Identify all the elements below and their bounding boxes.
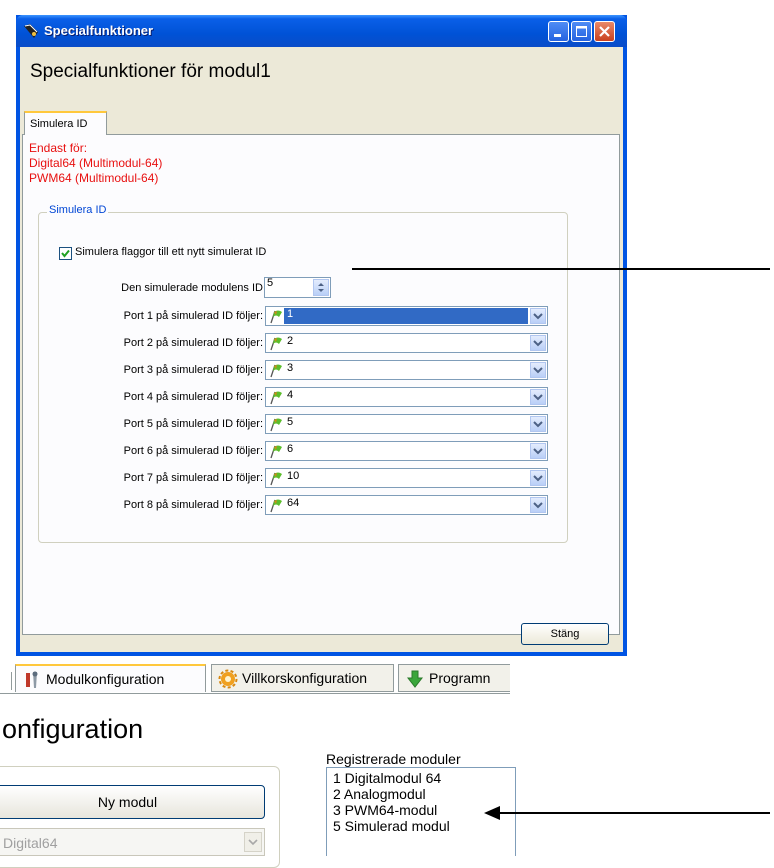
port-label: Port 6 på simulerad ID följer: (123, 445, 263, 457)
tab-edge (8, 672, 12, 690)
registered-modules-list[interactable]: 1 Digitalmodul 64 2 Analogmodul 3 PWM64-… (326, 767, 516, 856)
flag-icon (270, 310, 282, 324)
minimize-icon (554, 34, 561, 37)
port-label: Port 7 på simulerad ID följer: (123, 472, 263, 484)
port-value: 64 (287, 497, 300, 509)
list-item[interactable]: 5 Simulerad modul (333, 818, 450, 834)
port-label: Port 8 på simulerad ID följer: (123, 499, 263, 511)
spinner-buttons[interactable] (313, 279, 329, 296)
module-type-value: Digital64 (3, 835, 58, 851)
port-5-combo[interactable]: 5 (265, 414, 548, 434)
port-label: Port 3 på simulerad ID följer: (123, 364, 263, 376)
port-6-combo[interactable]: 6 (265, 441, 548, 461)
chevron-down-icon (533, 448, 543, 455)
tab-programmering[interactable]: Programn (398, 664, 510, 692)
chevron-down-icon (533, 313, 543, 320)
notice-line: Digital64 (Multimodul-64) (29, 156, 163, 170)
chevron-down-icon (248, 839, 258, 846)
port-label: Port 2 på simulerad ID följer: (123, 337, 263, 349)
port-value: 3 (287, 362, 294, 374)
tab-label: Programn (429, 670, 491, 686)
minimize-button[interactable] (548, 21, 569, 42)
chevron-down-icon (533, 340, 543, 347)
module-type-select[interactable]: Digital64 (0, 828, 265, 856)
dialog-window: Specialfunktioner Specialfunktioner för … (16, 15, 627, 656)
dropdown-button[interactable] (530, 335, 546, 351)
simulate-flags-checkbox[interactable] (59, 247, 72, 260)
dropdown-button[interactable] (530, 362, 546, 378)
gear-icon (218, 669, 238, 689)
dropdown-button[interactable] (530, 416, 546, 432)
download-arrow-icon (406, 670, 424, 688)
list-item[interactable]: 2 Analogmodul (333, 786, 426, 802)
registered-modules-label: Registrerade moduler (326, 751, 461, 767)
maximize-icon (576, 26, 587, 37)
notice-line: PWM64 (Multimodul-64) (29, 171, 159, 185)
flag-icon (270, 337, 282, 351)
dialog-heading: Specialfunktioner för modul1 (30, 61, 271, 82)
port-8-combo[interactable]: 64 (265, 495, 548, 515)
port-value: 2 (287, 335, 294, 347)
tab-label: Villkorskonfiguration (242, 670, 368, 686)
dropdown-button[interactable] (244, 832, 262, 852)
port-value: 10 (287, 470, 300, 482)
chevron-down-icon (533, 367, 543, 374)
port-label: Port 5 på simulerad ID följer: (123, 418, 263, 430)
sim-id-spinner[interactable]: 5 (264, 277, 331, 298)
main-tab-strip (0, 693, 510, 694)
close-window-button[interactable] (594, 21, 615, 42)
port-label: Port 4 på simulerad ID följer: (123, 391, 263, 403)
checkmark-icon (61, 249, 70, 258)
sim-id-value: 5 (267, 277, 274, 289)
chevron-down-icon (533, 394, 543, 401)
page-title: onfiguration (2, 714, 144, 744)
tab-villkorskonfiguration[interactable]: Villkorskonfiguration (211, 664, 394, 692)
port-value: 4 (287, 389, 294, 401)
sim-id-label: Den simulerade modulens ID (121, 282, 263, 294)
tools-icon (26, 671, 38, 688)
flag-icon (270, 472, 282, 486)
group-title: Simulera ID (47, 204, 109, 216)
port-4-combo[interactable]: 4 (265, 387, 548, 407)
close-icon (599, 26, 610, 37)
window-title: Specialfunktioner (44, 23, 154, 38)
port-value: 1 (284, 308, 528, 324)
port-2-combo[interactable]: 2 (265, 333, 548, 353)
title-bar[interactable]: Specialfunktioner (16, 15, 627, 47)
dropdown-button[interactable] (530, 470, 546, 486)
port-1-combo[interactable]: 1 (265, 306, 548, 326)
tab-label: Modulkonfiguration (46, 671, 165, 687)
maximize-button[interactable] (571, 21, 592, 42)
port-3-combo[interactable]: 3 (265, 360, 548, 380)
list-item[interactable]: 1 Digitalmodul 64 (333, 770, 441, 786)
chevron-down-icon (533, 421, 543, 428)
main-window-snippet: Modulkonfiguration Villkorskonfiguration… (0, 656, 560, 868)
dropdown-button[interactable] (530, 497, 546, 513)
dropdown-button[interactable] (530, 443, 546, 459)
spinner-arrows-icon (318, 283, 324, 292)
dialog-client-area: Specialfunktioner för modul1 Simulera ID… (20, 47, 623, 652)
list-item[interactable]: 3 PWM64-modul (333, 802, 437, 818)
dropdown-button[interactable] (530, 389, 546, 405)
chevron-down-icon (533, 475, 543, 482)
port-label: Port 1 på simulerad ID följer: (123, 310, 263, 322)
port-value: 5 (287, 416, 294, 428)
flag-icon (270, 499, 282, 513)
flag-icon (270, 445, 282, 459)
flag-icon (270, 391, 282, 405)
flag-icon (270, 418, 282, 432)
chevron-down-icon (533, 502, 543, 509)
flag-icon (270, 364, 282, 378)
close-button[interactable]: Stäng (521, 623, 609, 645)
app-icon (24, 24, 38, 38)
port-value: 6 (287, 443, 294, 455)
new-module-button[interactable]: Ny modul (0, 785, 265, 819)
dropdown-button[interactable] (530, 308, 546, 324)
checkbox-label: Simulera flaggor till ett nytt simulerat… (75, 246, 267, 258)
tab-simulera-id[interactable]: Simulera ID (24, 111, 107, 135)
tab-modulkonfiguration[interactable]: Modulkonfiguration (15, 664, 206, 692)
port-7-combo[interactable]: 10 (265, 468, 548, 488)
tab-page: Endast för: Digital64 (Multimodul-64) PW… (22, 135, 620, 635)
notice-line: Endast för: (29, 141, 88, 155)
